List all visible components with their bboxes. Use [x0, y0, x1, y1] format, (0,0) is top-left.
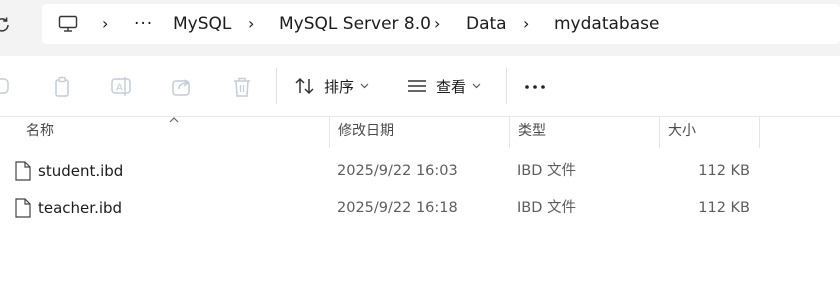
breadcrumb-item-mysql[interactable]: MySQL: [173, 4, 231, 44]
breadcrumb-more-button[interactable]: ···: [134, 4, 153, 44]
chevron-down-icon: [472, 83, 481, 89]
file-name: student.ibd: [38, 162, 124, 180]
file-modified: 2025/9/22 16:18: [337, 200, 458, 216]
column-header-modified-label: 修改日期: [338, 123, 394, 139]
breadcrumb-item-mydatabase[interactable]: mydatabase: [554, 4, 659, 44]
file-size: 112 KB: [698, 200, 750, 216]
share-icon: [172, 79, 190, 96]
more-options-icon[interactable]: [522, 76, 548, 96]
column-header-modified[interactable]: 修改日期: [330, 116, 510, 148]
file-icon: [15, 161, 31, 181]
column-header-type[interactable]: 类型: [510, 116, 660, 148]
file-row[interactable]: teacher.ibd 2025/9/22 16:18 IBD 文件 112 K…: [0, 190, 840, 226]
column-header-size[interactable]: 大小: [660, 116, 760, 148]
file-type: IBD 文件: [517, 200, 576, 216]
cut-icon: [0, 78, 9, 94]
toolbar-divider: [276, 68, 277, 104]
sort-icon: [295, 77, 314, 95]
navigation-bar: › ··· MySQL › MySQL Server 8.0 › Data › …: [0, 0, 840, 56]
column-header-size-label: 大小: [668, 123, 696, 139]
view-button[interactable]: 查看: [406, 56, 481, 116]
column-header-type-label: 类型: [518, 123, 546, 139]
toolbar-divider: [506, 68, 507, 104]
refresh-icon[interactable]: [0, 16, 12, 34]
breadcrumb-item-mysql-server[interactable]: MySQL Server 8.0: [279, 4, 431, 44]
breadcrumb-separator[interactable]: ›: [434, 4, 440, 44]
breadcrumb-separator[interactable]: ›: [523, 4, 529, 44]
column-header-name-label: 名称: [26, 123, 54, 139]
command-bar: A 排序 查看: [0, 56, 840, 117]
sort-label: 排序: [324, 77, 355, 96]
this-pc-icon[interactable]: [58, 15, 78, 33]
sort-button[interactable]: 排序: [294, 56, 369, 116]
delete-icon: [234, 77, 250, 97]
file-name: teacher.ibd: [38, 199, 123, 217]
copy-icon: [55, 76, 69, 97]
svg-text:A: A: [116, 83, 123, 94]
file-modified: 2025/9/22 16:03: [337, 163, 458, 179]
breadcrumb-item-data[interactable]: Data: [466, 4, 507, 44]
file-row[interactable]: student.ibd 2025/9/22 16:03 IBD 文件 112 K…: [0, 153, 840, 189]
chevron-down-icon: [360, 83, 369, 89]
breadcrumb-separator[interactable]: ›: [102, 4, 108, 44]
view-label: 查看: [436, 77, 467, 96]
column-header-row: 名称 修改日期 类型 大小: [0, 116, 840, 148]
address-bar[interactable]: › ··· MySQL › MySQL Server 8.0 › Data › …: [42, 4, 840, 44]
view-list-icon: [408, 80, 426, 92]
rename-icon: A: [111, 77, 131, 96]
file-icon: [15, 198, 31, 218]
file-type: IBD 文件: [517, 163, 576, 179]
file-size: 112 KB: [698, 163, 750, 179]
column-header-name[interactable]: 名称: [18, 116, 330, 148]
breadcrumb-separator[interactable]: ›: [248, 4, 254, 44]
